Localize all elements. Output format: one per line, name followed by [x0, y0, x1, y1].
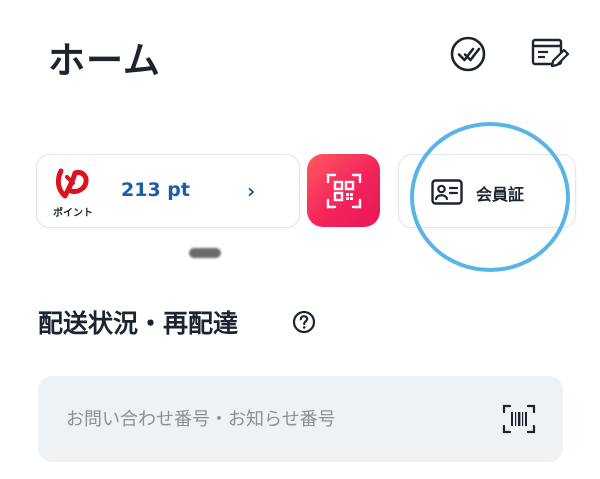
check-circle-button[interactable]	[448, 34, 488, 74]
news-edit-icon	[531, 38, 570, 68]
qr-scan-icon	[326, 173, 361, 208]
points-logo: ポイント	[51, 163, 95, 221]
qr-scan-button[interactable]	[307, 154, 380, 227]
tracking-search-box	[38, 376, 563, 462]
member-card-label: 会員証	[476, 185, 525, 204]
barcode-scan-button[interactable]	[502, 404, 536, 434]
help-circle-icon	[292, 310, 316, 334]
points-logo-label: ポイント	[53, 208, 93, 219]
member-card-button[interactable]: 会員証	[398, 154, 576, 228]
barcode-scan-icon	[502, 404, 536, 434]
news-edit-button[interactable]	[530, 34, 570, 74]
carousel-page-indicator	[189, 248, 221, 258]
tracking-number-input[interactable]	[66, 400, 486, 438]
chevron-right-icon: ›	[247, 179, 256, 203]
points-logo-icon	[55, 168, 89, 199]
points-balance: 213 pt	[121, 179, 190, 201]
home-screen: ホーム ポイント 213 pt › 会員証 配送状況・再配達 お問い合わせ番号・…	[0, 0, 600, 479]
check-circle-icon	[450, 36, 486, 72]
member-card-icon	[431, 179, 463, 205]
points-card[interactable]: ポイント 213 pt ›	[36, 154, 300, 228]
delivery-section-title: 配送状況・再配達	[38, 309, 239, 338]
page-title: ホーム	[48, 39, 161, 82]
help-button[interactable]	[292, 310, 316, 334]
